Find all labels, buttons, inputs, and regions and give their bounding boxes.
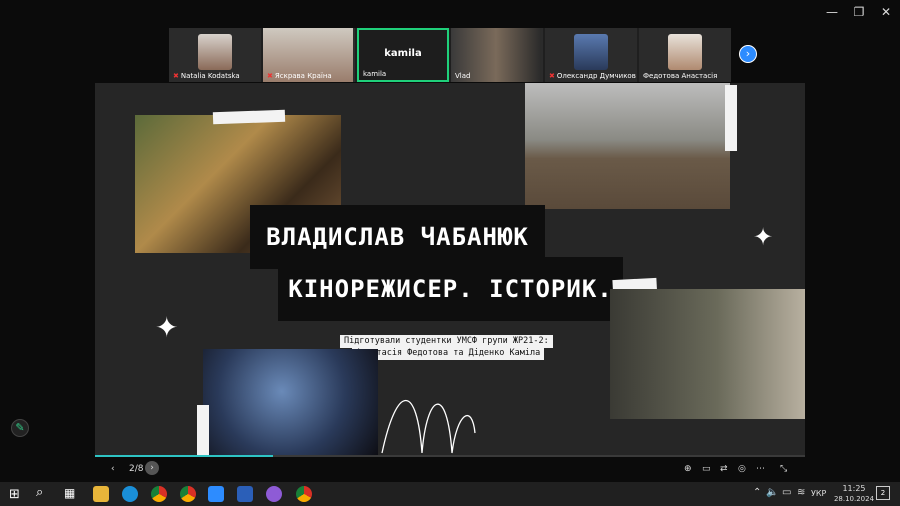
speaker-icon[interactable]: 🔈: [766, 487, 778, 498]
participant-avatar: [668, 34, 702, 70]
chrome-icon[interactable]: [296, 486, 312, 502]
tape-decoration: [725, 85, 737, 151]
presentation-slide: ✦ ✦ ВЛАДИСЛАВ ЧАБАНЮК КІНОРЕЖИСЕР. ІСТОР…: [95, 83, 805, 455]
next-slide-button[interactable]: ›: [145, 461, 159, 475]
participant-tile[interactable]: ✖ Олександр Думчиков: [545, 28, 637, 82]
participant-name: Vlad: [455, 72, 471, 80]
tape-decoration: [212, 109, 286, 125]
mic-muted-icon: ✖: [549, 72, 555, 80]
chevron-right-icon: ›: [745, 47, 751, 60]
progress-track: [95, 455, 805, 457]
restore-button[interactable]: ❐: [845, 4, 873, 20]
language-indicator[interactable]: УКР: [811, 489, 826, 498]
participant-name: Федотова Анастасія: [643, 72, 718, 80]
word-icon[interactable]: [237, 486, 253, 502]
participant-tile[interactable]: Федотова Анастасія: [639, 28, 731, 82]
clock-time[interactable]: 11:25: [839, 484, 869, 493]
task-view-icon[interactable]: ▦: [64, 486, 75, 500]
collapse-icon[interactable]: ⤡: [780, 464, 787, 476]
minimize-button[interactable]: —: [818, 4, 846, 20]
progress-fill: [95, 455, 273, 457]
participant-name: Natalia Kodatska: [180, 72, 240, 80]
mic-muted-icon: ✖: [267, 72, 273, 80]
battery-icon[interactable]: ▭: [782, 487, 791, 498]
clock-date[interactable]: 28.10.2024: [830, 495, 878, 503]
prev-slide-button[interactable]: ‹: [111, 464, 115, 476]
taskbar: ⊞ ⌕ ▦ ⌃ 🔈 ▭ ≋ УКР 11:25 28.10.2024 2: [0, 482, 900, 506]
sparkle-icon: ✦: [753, 223, 774, 251]
participant-tile-active[interactable]: kamila kamila: [357, 28, 449, 82]
slide-subtitle-line2: Анастасія Федотова та Діденко Каміла: [352, 347, 545, 360]
captions-icon[interactable]: ▭: [702, 464, 711, 476]
chrome-icon[interactable]: [151, 486, 167, 502]
participant-display-name: kamila: [384, 48, 422, 59]
photo-speaker-mic: [203, 349, 378, 455]
sparkle-icon: ✦: [155, 311, 179, 344]
search-icon[interactable]: ⌕: [36, 485, 43, 500]
participant-tile[interactable]: ✖ Natalia Kodatska: [169, 28, 261, 82]
zoom-icon[interactable]: ⊕: [684, 464, 692, 476]
chrome-icon[interactable]: [180, 486, 196, 502]
slide-title-line2: КІНОРЕЖИСЕР. ІСТОРИК.: [278, 257, 623, 321]
chevron-up-icon[interactable]: ⌃: [753, 487, 761, 498]
participant-name: Олександр Думчиков: [556, 72, 636, 80]
participant-avatar: [198, 34, 232, 70]
pencil-icon[interactable]: ✎: [11, 419, 29, 437]
pointer-icon[interactable]: ◎: [738, 464, 746, 476]
close-button[interactable]: ✕: [872, 4, 900, 20]
wifi-icon[interactable]: ≋: [797, 487, 805, 498]
next-participants-button[interactable]: ›: [739, 45, 757, 63]
edge-icon[interactable]: [122, 486, 138, 502]
participant-tile[interactable]: Vlad: [451, 28, 543, 82]
tape-decoration: [197, 405, 209, 455]
messenger-icon[interactable]: [266, 486, 282, 502]
participant-tile[interactable]: ✖ Яскрава Країна: [263, 28, 355, 82]
file-explorer-icon[interactable]: [93, 486, 109, 502]
notifications-badge[interactable]: 2: [876, 486, 890, 500]
more-icon[interactable]: ⋯: [756, 464, 765, 476]
participant-name: Яскрава Країна: [274, 72, 332, 80]
photo-field: [525, 83, 730, 209]
windows-start-icon[interactable]: ⊞: [9, 487, 20, 502]
participant-avatar: [574, 34, 608, 70]
page-indicator: 2/8: [129, 464, 144, 474]
zoom-app-icon[interactable]: [208, 486, 224, 502]
share-icon[interactable]: ⇄: [720, 464, 728, 476]
participant-name: kamila: [363, 70, 387, 78]
participant-strip: ✖ Natalia Kodatska ✖ Яскрава Країна kamila…: [169, 28, 731, 82]
scribble-decoration: [381, 400, 476, 454]
photo-speaker-hall: [610, 289, 805, 419]
mic-muted-icon: ✖: [173, 72, 179, 80]
